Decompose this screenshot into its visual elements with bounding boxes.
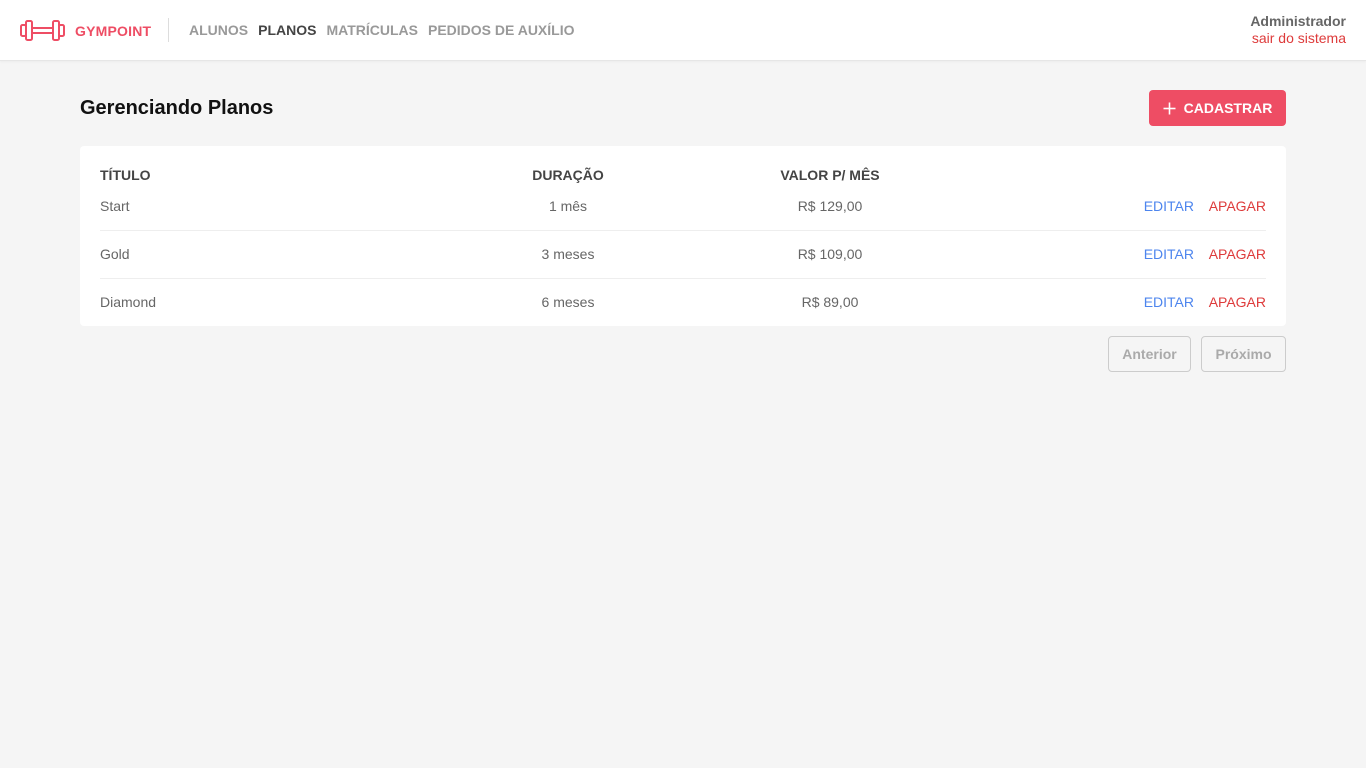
delete-link[interactable]: APAGAR [1209,198,1266,214]
column-header-price: VALOR P/ MÊS [780,167,880,183]
user-profile: Administrador sair do sistema [1250,13,1346,47]
plan-title: Diamond [100,294,157,310]
plan-duration: 3 meses [541,246,595,262]
edit-link[interactable]: EDITAR [1144,198,1194,214]
plan-price: R$ 109,00 [797,246,863,262]
plan-duration: 1 mês [548,198,588,214]
plan-title: Gold [100,246,130,262]
add-plan-button[interactable]: CADASTRAR [1149,90,1286,126]
plans-table: TÍTULO DURAÇÃO VALOR P/ MÊS Start 1 mês … [80,146,1286,326]
column-header-title: TÍTULO [100,167,151,183]
header-divider [168,18,169,42]
brand-name: GYMPOINT [75,22,152,39]
nav-item-matriculas[interactable]: MATRÍCULAS [326,22,418,38]
next-page-button[interactable]: Próximo [1201,336,1286,372]
edit-link[interactable]: EDITAR [1144,246,1194,262]
delete-link[interactable]: APAGAR [1209,294,1266,310]
table-row: Start 1 mês R$ 129,00 EDITAR APAGAR [100,182,1266,230]
main-nav: ALUNOS PLANOS MATRÍCULAS PEDIDOS DE AUXÍ… [189,22,575,38]
nav-item-pedidos-de-auxilio[interactable]: PEDIDOS DE AUXÍLIO [428,22,575,38]
column-header-duration: DURAÇÃO [532,167,604,183]
delete-link[interactable]: APAGAR [1209,246,1266,262]
plus-icon [1163,102,1176,114]
top-header: GYMPOINT ALUNOS PLANOS MATRÍCULAS PEDIDO… [0,0,1366,61]
table-row: Gold 3 meses R$ 109,00 EDITAR APAGAR [100,230,1266,278]
plan-price: R$ 129,00 [797,198,863,214]
plan-title: Start [100,198,130,214]
add-plan-button-label: CADASTRAR [1183,100,1273,116]
user-name: Administrador [1250,13,1346,29]
previous-page-button[interactable]: Anterior [1108,336,1191,372]
edit-link[interactable]: EDITAR [1144,294,1194,310]
plan-price: R$ 89,00 [801,294,859,310]
nav-item-alunos[interactable]: ALUNOS [189,22,248,38]
page-title: Gerenciando Planos [80,97,274,119]
plan-duration: 6 meses [541,294,595,310]
table-row: Diamond 6 meses R$ 89,00 EDITAR APAGAR [100,278,1266,326]
brand[interactable]: GYMPOINT [20,18,151,43]
logout-link[interactable]: sair do sistema [1250,29,1346,47]
nav-item-planos[interactable]: PLANOS [258,22,316,38]
dumbbell-icon [20,20,65,41]
